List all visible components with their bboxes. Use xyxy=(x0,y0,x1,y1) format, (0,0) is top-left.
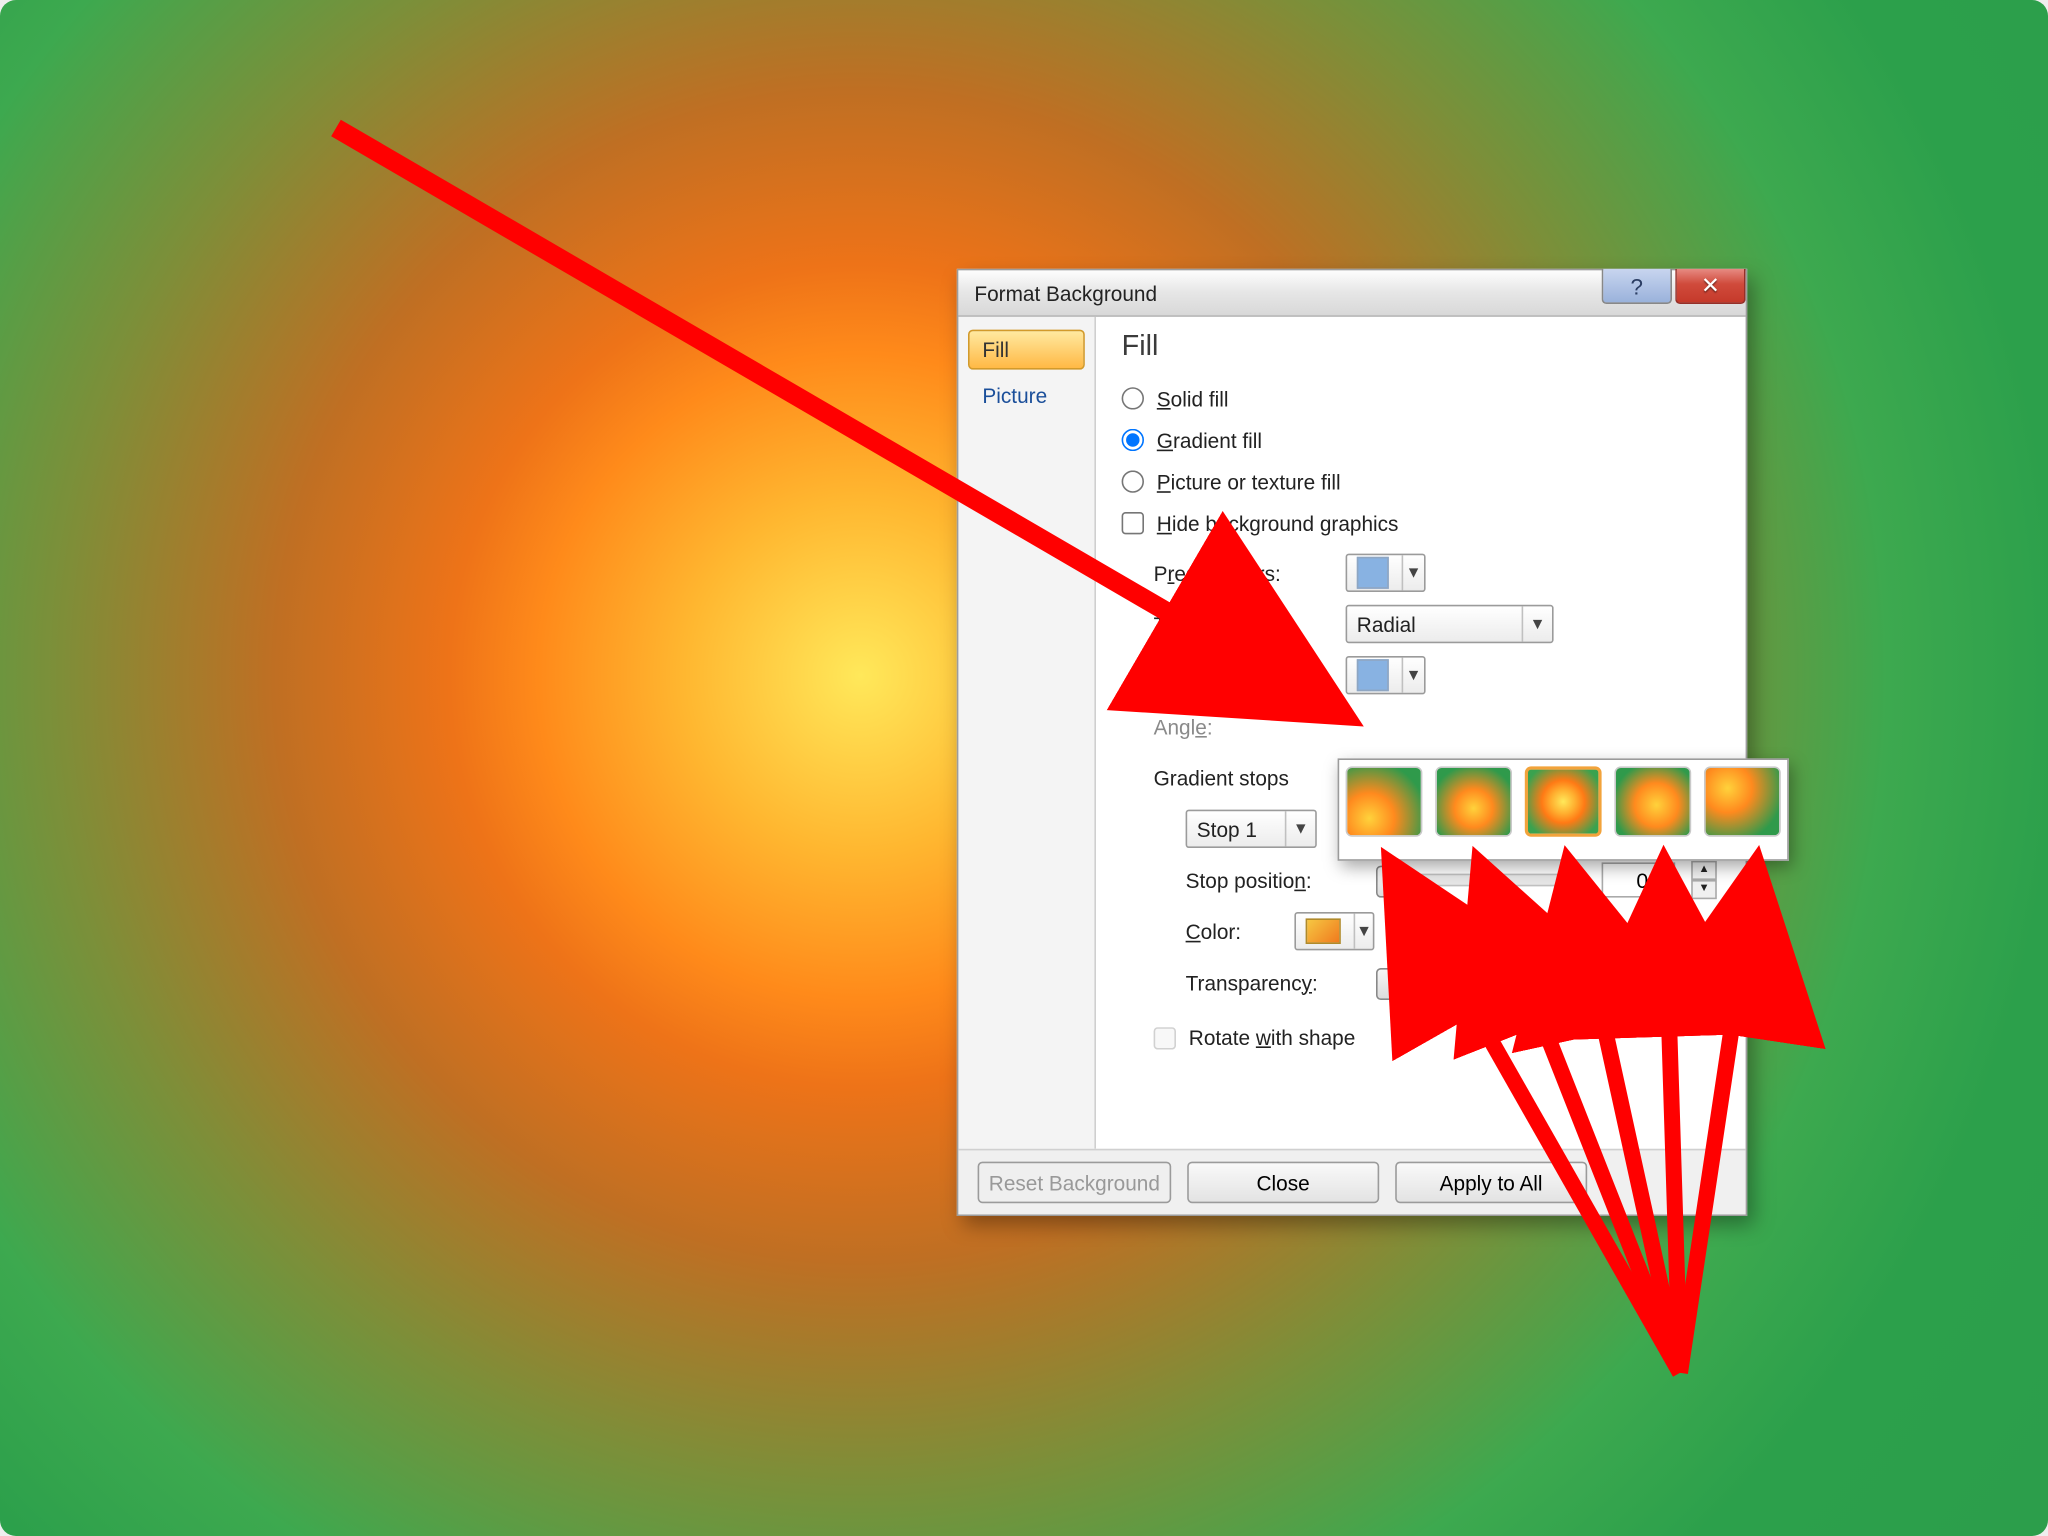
type-value: Radial xyxy=(1347,606,1521,641)
stop-position-label: Stop position: xyxy=(1186,868,1362,892)
stop-position-input[interactable] xyxy=(1602,862,1676,897)
radio-solid-fill[interactable]: Solid fill xyxy=(1122,379,1717,417)
slider-thumb[interactable] xyxy=(1376,968,1395,1000)
sidebar-item-fill[interactable]: Fill xyxy=(968,330,1085,370)
angle-label: Angle: xyxy=(1154,714,1330,738)
preset-colors-label: Preset colors: xyxy=(1154,561,1330,585)
check-hide-background-graphics[interactable]: Hide background graphics xyxy=(1122,504,1717,542)
swatch-icon xyxy=(1357,659,1389,691)
direction-label: Direction: xyxy=(1154,663,1330,687)
paint-bucket-icon xyxy=(1306,918,1341,944)
radio-picture-texture-fill[interactable]: Picture or texture fill xyxy=(1122,462,1717,500)
help-button[interactable]: ? xyxy=(1602,269,1672,304)
stop-position-slider[interactable] xyxy=(1378,874,1586,887)
transparency-spinner[interactable]: ▲▼ xyxy=(1691,963,1717,1001)
direction-preset-5[interactable] xyxy=(1704,766,1781,836)
chevron-down-icon: ▼ xyxy=(1402,555,1424,590)
close-button[interactable]: ✕ xyxy=(1675,269,1745,304)
direction-preset-2[interactable] xyxy=(1435,766,1512,836)
transparency-slider[interactable] xyxy=(1378,976,1586,989)
format-background-dialog: Format Background ? ✕ Fill Picture Fill … xyxy=(957,269,1747,1216)
dialog-title: Format Background xyxy=(974,281,1157,305)
stop-select-dropdown[interactable]: Stop 1 ▼ xyxy=(1186,810,1317,848)
swatch-icon xyxy=(1357,557,1389,589)
direction-preset-1[interactable] xyxy=(1346,766,1423,836)
transparency-label: Transparency: xyxy=(1186,970,1362,994)
radio-gradient-fill[interactable]: Gradient fill xyxy=(1122,421,1717,459)
sidebar-item-picture[interactable]: Picture xyxy=(968,376,1085,416)
chevron-down-icon: ▼ xyxy=(1402,658,1424,693)
chevron-down-icon: ▼ xyxy=(1354,914,1373,949)
direction-presets-popup xyxy=(1338,758,1789,860)
panel-heading: Fill xyxy=(1122,330,1717,364)
apply-to-all-button[interactable]: Apply to All xyxy=(1395,1162,1587,1204)
chevron-down-icon: ▼ xyxy=(1285,811,1315,846)
type-label: Type: xyxy=(1154,612,1330,636)
direction-preset-4[interactable] xyxy=(1614,766,1691,836)
title-bar[interactable]: Format Background ? ✕ xyxy=(958,270,1745,316)
sidebar: Fill Picture xyxy=(958,317,1096,1149)
direction-dropdown[interactable]: ▼ xyxy=(1346,656,1426,694)
fill-panel: Fill Solid fill Gradient fill Picture or… xyxy=(1096,317,1746,1149)
stop-select-value: Stop 1 xyxy=(1187,811,1285,846)
preset-colors-dropdown[interactable]: ▼ xyxy=(1346,554,1426,592)
stop-position-spinner[interactable]: ▲▼ xyxy=(1691,861,1717,899)
chevron-down-icon: ▼ xyxy=(1522,606,1552,641)
stop-color-dropdown[interactable]: ▼ xyxy=(1294,912,1374,950)
transparency-input[interactable] xyxy=(1602,965,1676,1000)
type-dropdown[interactable]: Radial ▼ xyxy=(1346,605,1554,643)
color-label: Color: xyxy=(1186,919,1279,943)
direction-preset-3[interactable] xyxy=(1525,766,1602,836)
check-rotate-with-shape[interactable]: Rotate with shape xyxy=(1154,1026,1717,1050)
gradient-stops-label: Gradient stops xyxy=(1154,766,1289,790)
dialog-footer: Reset Background Close Apply to All xyxy=(958,1149,1745,1215)
reset-background-button[interactable]: Reset Background xyxy=(978,1162,1172,1204)
slider-thumb[interactable] xyxy=(1376,866,1395,898)
close-dialog-button[interactable]: Close xyxy=(1187,1162,1379,1204)
